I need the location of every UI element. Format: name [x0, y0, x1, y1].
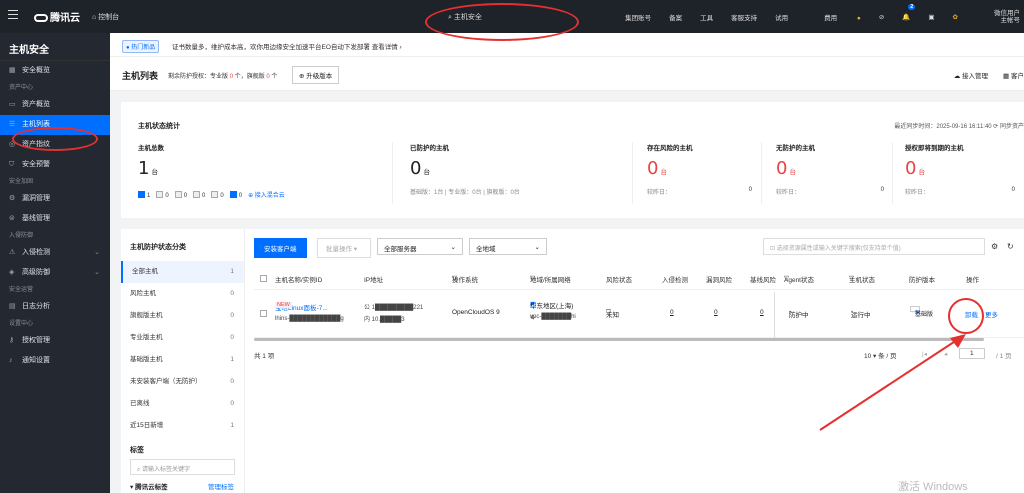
annotation-arrow — [819, 334, 966, 431]
